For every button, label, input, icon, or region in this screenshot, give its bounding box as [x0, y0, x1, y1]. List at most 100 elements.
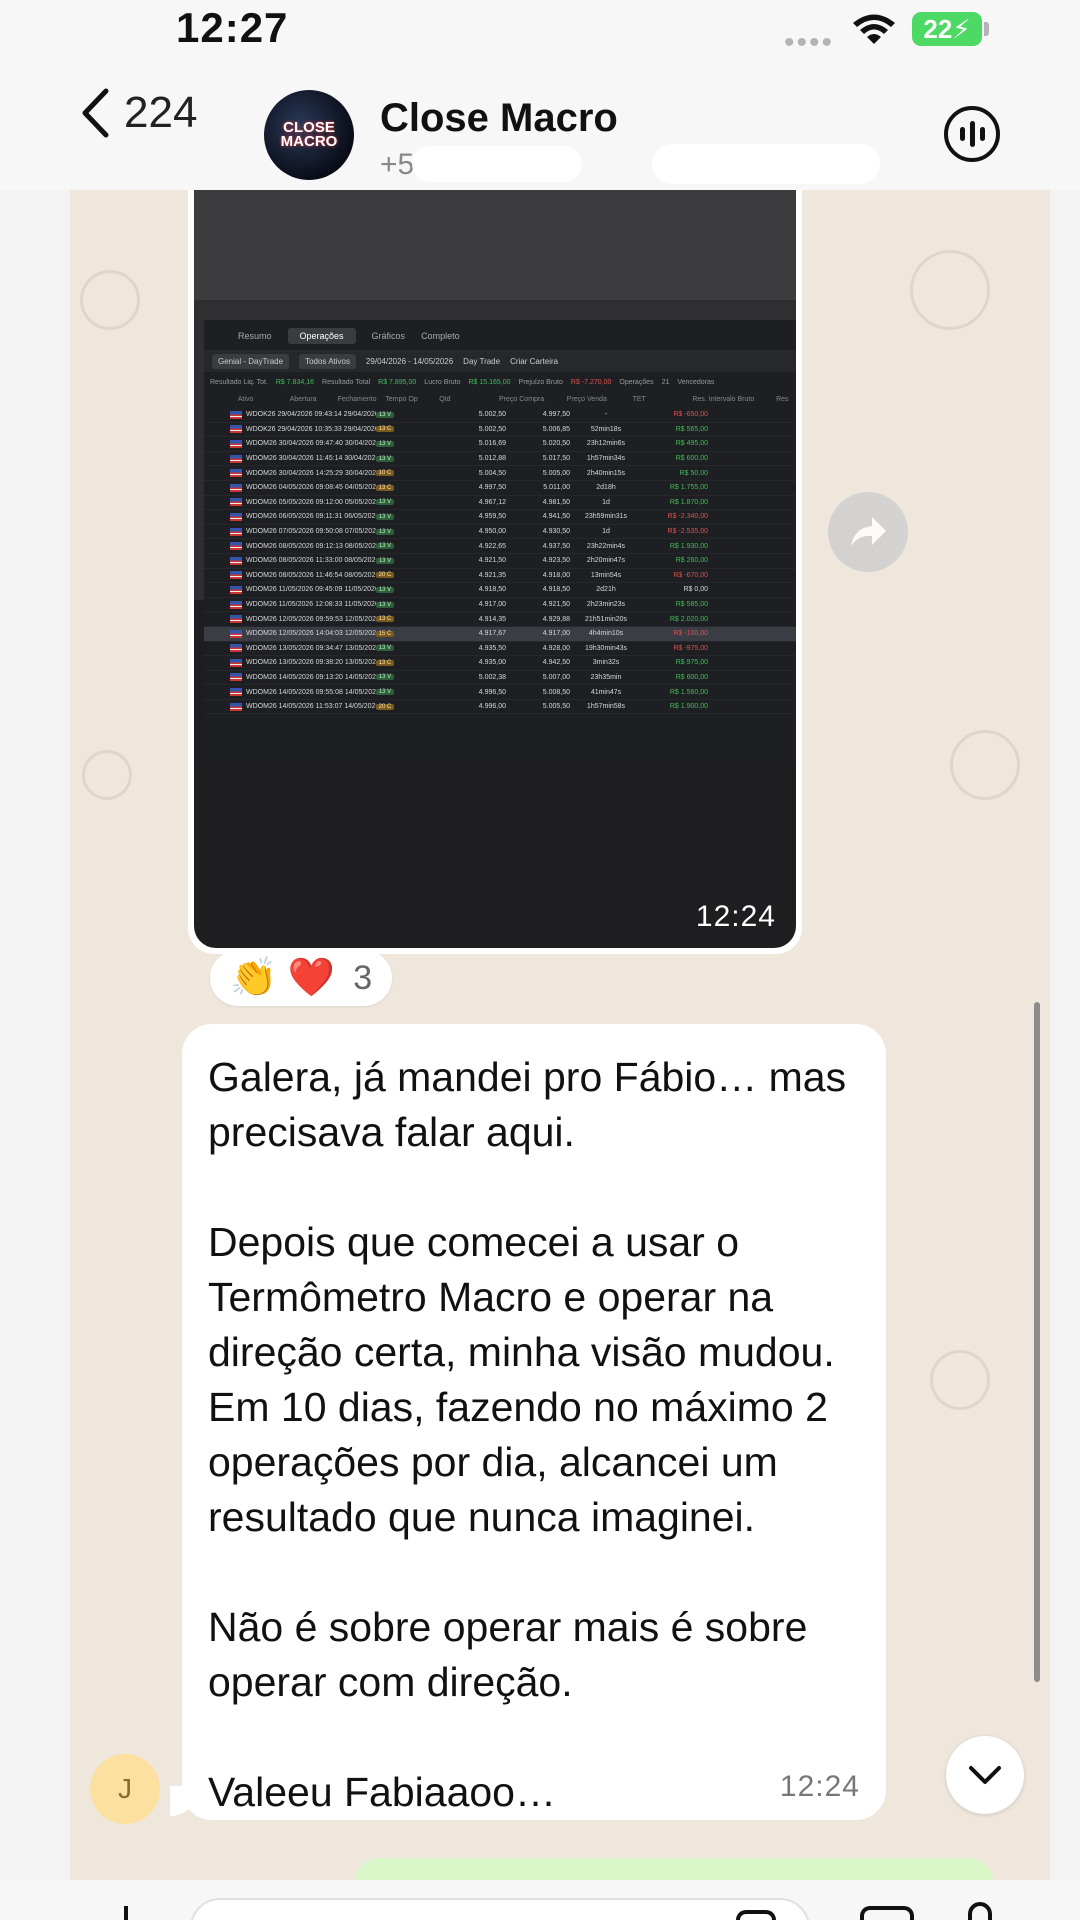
- table-row: WDOM26 11/05/2026 09:45:09 11/05/2026 11…: [204, 583, 796, 598]
- cell-tet: 2h40min15s: [586, 469, 626, 477]
- column-header: TET: [632, 395, 646, 403]
- table-row: WDOK26 29/04/2026 09:43:14 29/04/2026 10…: [204, 408, 796, 423]
- summary-label: Lucro Bruto: [424, 378, 461, 386]
- column-header: Res: [776, 395, 789, 403]
- flag-icon: [230, 629, 242, 638]
- sticker-icon[interactable]: [736, 1910, 776, 1920]
- flag-icon: [230, 600, 242, 609]
- message-input[interactable]: [190, 1898, 810, 1920]
- cell-result: R$ 0,00: [683, 586, 708, 594]
- cell-tet: 1h57min34s: [586, 455, 626, 463]
- summary-value: R$ 15.165,00: [468, 378, 511, 386]
- cell-result: R$ 2.020,00: [669, 615, 708, 623]
- scroll-to-bottom-button[interactable]: [946, 1736, 1024, 1814]
- contact-name[interactable]: Close Macro: [380, 96, 618, 141]
- sender-avatar[interactable]: J: [90, 1754, 160, 1824]
- column-header: Abertura: [289, 395, 317, 403]
- cell-buy-price: 4.917,67: [478, 630, 506, 638]
- cell-sell-price: 5.007,00: [542, 673, 570, 681]
- cell-sell-price: 4.918,50: [542, 586, 570, 594]
- cell-tet: -: [604, 411, 608, 419]
- cell-tet: 23h59min31s: [584, 513, 628, 521]
- status-bar: 12:27 •••• 22 ⚡: [0, 0, 1080, 62]
- image-message[interactable]: Resumo Operações Gráficos Completo Genia…: [188, 190, 802, 954]
- wifi-icon: [853, 14, 895, 44]
- cell-sell-price: 5.006,85: [542, 425, 570, 433]
- cell-result: R$ -975,00: [673, 644, 708, 652]
- cell-buy-price: 5.002,38: [478, 673, 506, 681]
- table-row: WDOM26 12/05/2026 14:04:03 12/05/2026 17…: [204, 626, 796, 642]
- cell-buy-price: 4.996,00: [478, 703, 506, 711]
- cell-asset: WDOM26 14/05/2026 09:55:08 14/05/2026 10…: [246, 688, 376, 696]
- cell-qty: 20 C: [376, 703, 394, 710]
- cell-qty: 13 V: [376, 689, 394, 696]
- cell-buy-price: 4.996,50: [478, 688, 506, 696]
- cell-tet: 1d: [602, 498, 610, 506]
- flag-icon: [230, 615, 242, 624]
- attach-plus-icon[interactable]: [124, 1906, 128, 1920]
- cell-result: R$ 260,00: [675, 557, 708, 565]
- reaction-count: 3: [353, 958, 373, 997]
- cell-buy-price: 4.950,00: [478, 528, 506, 536]
- report-summary: Resultado Liq. Tot. R$ 7.834,16 Resultado …: [204, 374, 796, 390]
- cell-asset: WDOM26 11/05/2026 12:08:33 11/05/2026 17…: [246, 601, 376, 609]
- summary-value: R$ 7.895,00: [378, 378, 417, 386]
- charging-bolt-icon: ⚡: [952, 13, 971, 44]
- back-button[interactable]: 224: [80, 88, 197, 138]
- cell-sell-price: 4.923,50: [542, 557, 570, 565]
- table-row: WDOM26 05/05/2026 09:12:00 05/05/2026 10…: [204, 496, 796, 511]
- message-reactions[interactable]: 👏 ❤️ 3: [210, 950, 393, 1006]
- table-row: WDOM26 13/05/2026 09:34:47 13/05/2026 09…: [204, 642, 796, 657]
- camera-icon[interactable]: [860, 1906, 914, 1920]
- cell-result: R$ 565,00: [675, 425, 708, 433]
- scrollbar[interactable]: [1034, 1002, 1040, 1682]
- table-row: WDOM26 30/04/2026 09:47:40 30/04/2026 11…: [204, 437, 796, 452]
- column-header: Qtd: [439, 395, 451, 403]
- column-header: Res. Intervalo Bruto: [692, 395, 755, 403]
- table-row: WDOM26 04/05/2026 09:08:45 04/05/2026 14…: [204, 481, 796, 496]
- cell-qty: 20 C: [376, 572, 394, 579]
- cell-result: R$ -2.535,00: [667, 528, 708, 536]
- cell-result: R$ -670,00: [673, 571, 708, 579]
- create-wallet: Criar Carteira: [510, 356, 559, 366]
- cell-qty: 13 V: [376, 645, 394, 652]
- flag-icon: [230, 498, 242, 507]
- cell-tet: 23h12min6s: [586, 440, 626, 448]
- cell-asset: WDOM26 14/05/2026 09:13:20 14/05/2026 09…: [246, 673, 376, 681]
- cell-result: R$ 975,00: [675, 659, 708, 667]
- flag-icon: [230, 454, 242, 463]
- table-row: WDOM26 30/04/2026 11:45:14 30/04/2026 13…: [204, 452, 796, 467]
- cell-sell-price: 5.005,00: [542, 469, 570, 477]
- cell-tet: 23h35min: [590, 673, 622, 681]
- chat-messages[interactable]: Resumo Operações Gráficos Completo Genia…: [70, 190, 1050, 1880]
- summary-label: Resultado Liq. Tot.: [210, 378, 268, 386]
- table-row: WDOM26 07/05/2026 09:50:08 07/05/2026 11…: [204, 525, 796, 540]
- cell-sell-price: 5.017,50: [542, 455, 570, 463]
- cell-asset: WDOM26 12/05/2026 14:04:03 12/05/2026 17…: [246, 630, 376, 638]
- cell-qty: 13 C: [376, 484, 394, 491]
- cell-asset: WDOM26 13/05/2026 09:38:20 13/05/2026 09…: [246, 659, 376, 667]
- cell-asset: WDOM26 14/05/2026 11:53:07 14/05/2026 12…: [246, 703, 376, 711]
- wallpaper-doodle: [930, 1350, 990, 1410]
- voice-chat-button[interactable]: [944, 106, 1000, 162]
- cell-buy-price: 4.921,35: [478, 571, 506, 579]
- cell-buy-price: 4.917,00: [478, 601, 506, 609]
- shared-screenshot[interactable]: Resumo Operações Gráficos Completo Genia…: [194, 190, 796, 948]
- flag-icon: [230, 585, 242, 594]
- wallpaper-doodle: [910, 250, 990, 330]
- cell-result: R$ -2.340,00: [667, 513, 708, 521]
- summary-label: Vencedoras: [677, 378, 715, 386]
- text-message[interactable]: Galera, já mandei pro Fábio… mas precisa…: [182, 1024, 886, 1820]
- cell-tet: 23h22min4s: [586, 542, 626, 550]
- summary-label: Operações: [619, 378, 654, 386]
- contact-avatar[interactable]: CLOSE MACRO: [264, 90, 354, 180]
- cell-qty: 13 V: [376, 557, 394, 564]
- forward-button[interactable]: [828, 492, 908, 572]
- cell-qty: 13 C: [376, 616, 394, 623]
- report-toolbar: Genial - DayTrade Todos Ativos 29/04/202…: [204, 350, 796, 372]
- table-row: WDOM26 13/05/2026 09:38:20 13/05/2026 09…: [204, 656, 796, 671]
- summary-label: Prejuízo Bruto: [518, 378, 563, 386]
- microphone-icon[interactable]: [968, 1902, 992, 1920]
- cell-result: R$ -100,00: [673, 630, 708, 638]
- flag-icon: [230, 702, 242, 711]
